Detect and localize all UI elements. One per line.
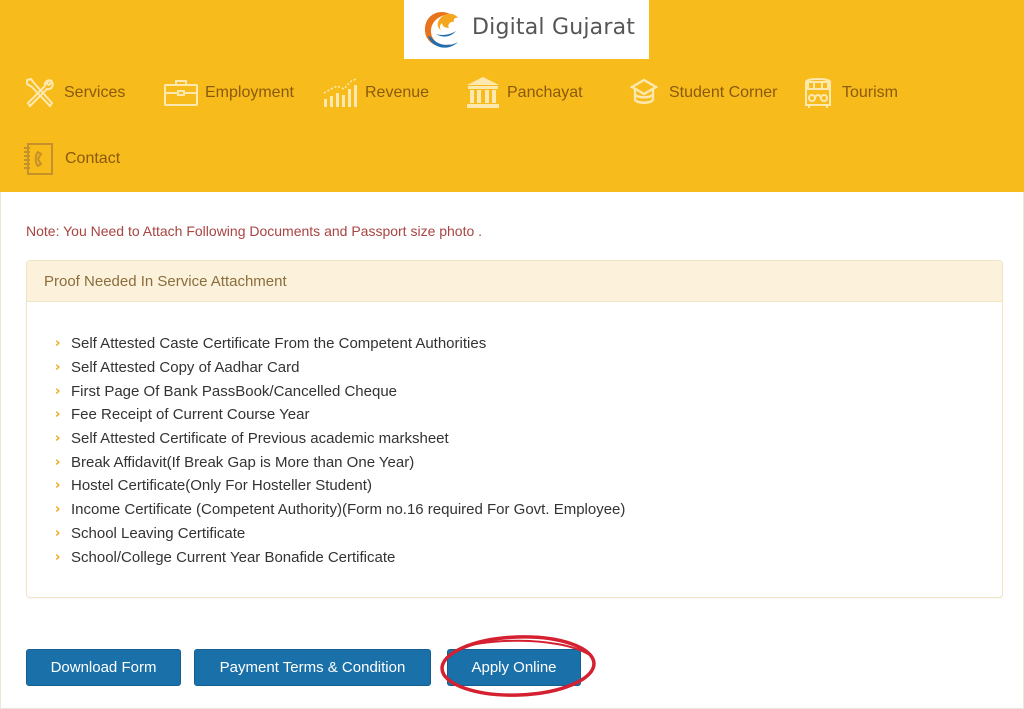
bus-icon [805,78,831,108]
chevron-right-icon: › [55,502,61,518]
chevron-right-icon: › [55,360,61,376]
document-label: Self Attested Certificate of Previous ac… [71,430,449,448]
chevron-right-icon: › [55,549,61,565]
document-label: Fee Receipt of Current Course Year [71,406,310,424]
nav-label: Student Corner [669,84,778,101]
nav-label: Contact [65,150,121,167]
list-item: › School/College Current Year Bonafide Ce… [55,545,625,569]
nav-label: Employment [205,84,294,101]
logo[interactable]: Digital Gujarat [404,0,649,59]
chevron-right-icon: › [55,407,61,423]
list-item: › Self Attested Certificate of Previous a… [55,427,625,451]
apply-online-button[interactable]: Apply Online [447,649,581,686]
proof-panel: Proof Needed In Service Attachment › Self… [26,260,1003,598]
list-item: › Hostel Certificate(Only For Hosteller S… [55,474,625,498]
site-header: Digital Gujarat Services Employment Reve… [0,0,1024,192]
chevron-right-icon: › [55,525,61,541]
nav-label: Services [64,84,126,101]
document-label: Break Affidavit(If Break Gap is More tha… [71,453,415,471]
chevron-right-icon: › [55,478,61,494]
chevron-right-icon: › [55,454,61,470]
chevron-right-icon: › [55,431,61,447]
digital-gujarat-logo-icon [424,11,458,48]
document-label: Self Attested Caste Certificate From the… [71,335,487,353]
document-list: › Self Attested Caste Certificate From th… [55,332,625,569]
document-label: School Leaving Certificate [71,524,246,542]
nav-tourism[interactable]: Tourism [800,75,898,111]
document-label: School/College Current Year Bonafide Cer… [71,548,396,566]
phonebook-icon [24,143,53,175]
chevron-right-icon: › [55,336,61,352]
building-icon [467,77,499,108]
document-label: Self Attested Copy of Aadhar Card [71,359,300,377]
document-label: Hostel Certificate(Only For Hosteller St… [71,477,372,495]
chevron-right-icon: › [55,383,61,399]
nav-contact[interactable]: Contact [21,141,120,177]
list-item: › Self Attested Caste Certificate From th… [55,332,625,356]
document-label: First Page Of Bank PassBook/Cancelled Ch… [71,382,398,400]
nav-services[interactable]: Services [22,75,125,111]
payment-terms-button[interactable]: Payment Terms & Condition [194,649,431,686]
list-item: › Income Certificate (Competent Authority… [55,498,625,522]
briefcase-icon [164,80,198,106]
download-form-button[interactable]: Download Form [26,649,181,686]
logo-text: Digital Gujarat [472,15,636,40]
main-content: Note: You Need to Attach Following Docum… [0,192,1024,709]
nav-employment[interactable]: Employment [163,75,294,111]
nav-label: Tourism [842,84,899,101]
document-label: Income Certificate (Competent Authority)… [71,501,626,519]
list-item: › Self Attested Copy of Aadhar Card [55,356,625,380]
nav-student-corner[interactable]: Student Corner [627,75,778,111]
tools-icon [26,77,54,108]
panel-heading: Proof Needed In Service Attachment [27,261,1002,302]
list-item: › First Page Of Bank PassBook/Cancelled C… [55,379,625,403]
nav-label: Revenue [365,84,430,101]
list-item: › Fee Receipt of Current Course Year [55,403,625,427]
attachment-note: Note: You Need to Attach Following Docum… [26,223,483,239]
nav-label: Panchayat [507,84,583,101]
list-item: › Break Affidavit(If Break Gap is More th… [55,450,625,474]
nav-panchayat[interactable]: Panchayat [465,75,583,111]
graduation-cap-icon [629,78,659,104]
chart-icon [323,78,357,107]
list-item: › School Leaving Certificate [55,522,625,546]
nav-revenue[interactable]: Revenue [323,75,429,111]
